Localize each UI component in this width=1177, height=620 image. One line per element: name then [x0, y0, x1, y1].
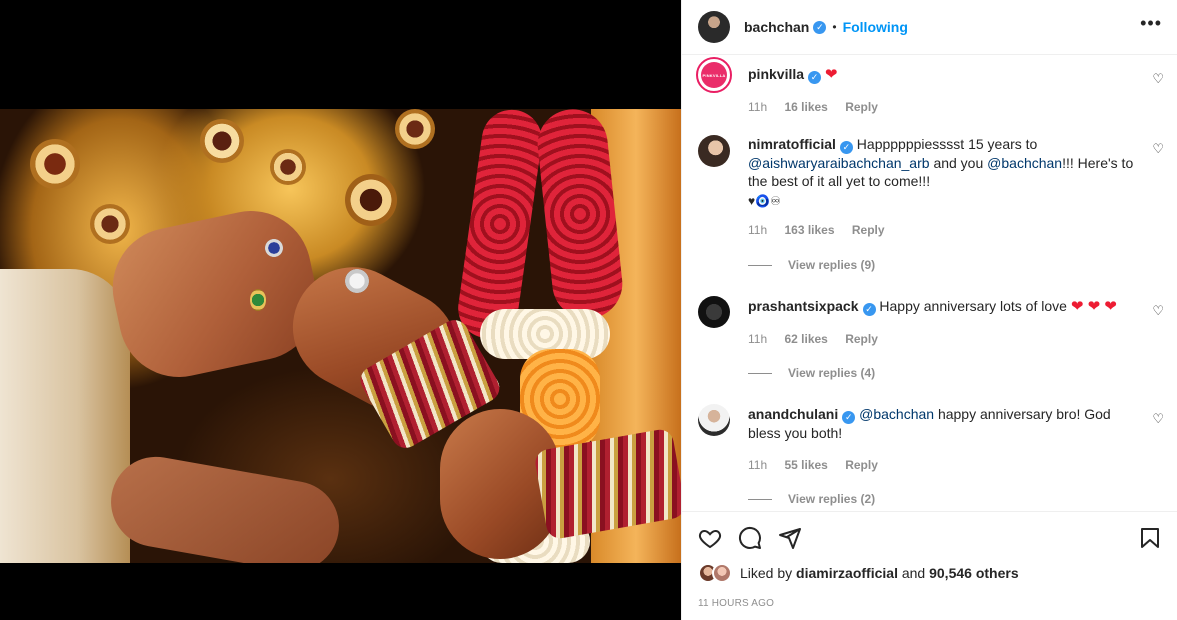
comment-time[interactable]: 11h: [748, 332, 767, 346]
heart-emoji: ❤ ❤ ❤: [1070, 298, 1117, 315]
wedding-photo: [0, 109, 681, 563]
post-detail-panel: bachchan ✓ • Following ••• PINKVILLA pin…: [681, 0, 1177, 620]
commenter-username[interactable]: nimratofficial: [748, 136, 836, 152]
likes-summary: Liked by diamirzaofficial and 90,546 oth…: [698, 563, 1019, 583]
comment-item: nimratofficial ✓ Happppppiesssst 15 years…: [698, 135, 1164, 275]
replies-divider-line: [748, 498, 772, 500]
backdrop-jewel: [345, 174, 397, 226]
comment-text: Happy anniversary lots of love: [879, 298, 1067, 314]
liked-by-prefix: Liked by: [740, 565, 793, 581]
like-comment-heart-icon[interactable]: ♡: [1152, 303, 1164, 319]
reply-button[interactable]: Reply: [852, 223, 885, 237]
verified-badge-icon: ✓: [862, 302, 876, 316]
like-comment-heart-icon[interactable]: ♡: [1152, 141, 1164, 157]
view-replies-button[interactable]: View replies (4): [748, 366, 875, 380]
green-ring: [250, 289, 266, 311]
comment-item: PINKVILLA pinkvilla ✓ ❤ 11h 16 likes Repl…: [696, 57, 1164, 119]
comment-meta: 11h 163 likes Reply: [748, 223, 899, 237]
commenter-avatar[interactable]: [698, 404, 730, 436]
groom-lower-hand: [103, 449, 347, 563]
commenter-username[interactable]: anandchulani: [748, 406, 838, 422]
liked-by-and: and: [901, 565, 926, 581]
groom-sleeve: [0, 269, 130, 563]
comment-item: anandchulani ✓ @bachchan happy anniversar…: [698, 404, 1164, 509]
backdrop-jewel: [270, 149, 306, 185]
comment-meta: 11h 55 likes Reply: [748, 458, 892, 472]
commenter-avatar[interactable]: PINKVILLA: [696, 57, 732, 93]
comment-item: prashantsixpack ✓ Happy anniversary lots …: [698, 296, 1164, 386]
verified-badge-icon: ✓: [808, 70, 822, 84]
heart-icon[interactable]: [698, 526, 722, 555]
diamond-ring: [345, 269, 369, 293]
view-replies-label: View replies (4): [788, 366, 876, 380]
commenter-username[interactable]: pinkvilla: [748, 66, 804, 82]
backdrop-jewel: [30, 139, 80, 189]
verified-badge-icon: ✓: [842, 410, 856, 424]
post-timestamp[interactable]: 11 HOURS AGO: [698, 598, 774, 609]
emoji-line: ♥🧿♾: [748, 193, 781, 208]
comment-text: Happppppiesssst 15 years to: [856, 136, 1038, 152]
reply-button[interactable]: Reply: [845, 100, 878, 114]
comment-meta: 11h 62 likes Reply: [748, 332, 892, 346]
pinkvilla-logo: PINKVILLA: [701, 62, 727, 88]
like-comment-heart-icon[interactable]: ♡: [1152, 71, 1164, 87]
comment-icon[interactable]: [738, 526, 762, 555]
share-icon[interactable]: [778, 526, 802, 555]
backdrop-jewel: [90, 204, 130, 244]
mention-link[interactable]: @bachchan: [987, 155, 1062, 171]
like-comment-heart-icon[interactable]: ♡: [1152, 411, 1164, 427]
comment-body: pinkvilla ✓ ❤: [748, 65, 1136, 84]
view-replies-button[interactable]: View replies (9): [748, 258, 875, 272]
replies-divider-line: [748, 264, 772, 266]
view-replies-label: View replies (9): [788, 258, 876, 272]
view-replies-label: View replies (2): [788, 492, 876, 506]
comment-body: anandchulani ✓ @bachchan happy anniversar…: [748, 405, 1136, 442]
heart-emoji: ❤: [824, 66, 838, 83]
comment-time[interactable]: 11h: [748, 100, 767, 114]
reply-button[interactable]: Reply: [845, 458, 878, 472]
comment-meta: 11h 16 likes Reply: [748, 100, 892, 114]
comment-likes[interactable]: 16 likes: [784, 100, 827, 114]
comment-likes[interactable]: 163 likes: [784, 223, 834, 237]
comment-likes[interactable]: 62 likes: [784, 332, 827, 346]
comment-body: nimratofficial ✓ Happppppiesssst 15 years…: [748, 135, 1136, 210]
commenter-username[interactable]: prashantsixpack: [748, 298, 859, 314]
commenter-avatar[interactable]: [698, 296, 730, 328]
separator-dot: •: [832, 20, 837, 34]
liker-avatar[interactable]: [712, 563, 732, 583]
verified-badge-icon: ✓: [813, 20, 827, 34]
backdrop-jewel: [395, 109, 435, 149]
comment-time[interactable]: 11h: [748, 223, 767, 237]
verified-badge-icon: ✓: [839, 140, 853, 154]
replies-divider-line: [748, 372, 772, 374]
backdrop-jewel: [200, 119, 244, 163]
comment-body: prashantsixpack ✓ Happy anniversary lots …: [748, 297, 1136, 316]
post-media[interactable]: [0, 0, 681, 620]
following-button[interactable]: Following: [843, 19, 908, 35]
commenter-avatar[interactable]: [698, 135, 730, 167]
mention-link[interactable]: @aishwaryaraibachchan_arb: [748, 155, 930, 171]
author-avatar[interactable]: [698, 11, 730, 43]
post-actions-bar: [682, 511, 1177, 561]
author-username[interactable]: bachchan: [744, 19, 809, 35]
post-header: bachchan ✓ • Following •••: [682, 0, 1177, 55]
more-options-icon[interactable]: •••: [1140, 13, 1162, 34]
comment-time[interactable]: 11h: [748, 458, 767, 472]
liker-username[interactable]: diamirzaofficial: [796, 565, 898, 581]
view-replies-button[interactable]: View replies (2): [748, 492, 875, 506]
comment-text: and you: [933, 154, 984, 171]
comment-likes[interactable]: 55 likes: [784, 458, 827, 472]
comments-list[interactable]: PINKVILLA pinkvilla ✓ ❤ 11h 16 likes Repl…: [682, 55, 1177, 510]
likes-text: Liked by diamirzaofficial and 90,546 oth…: [740, 565, 1019, 581]
groom-hand: [101, 199, 329, 389]
mention-link[interactable]: @bachchan: [859, 406, 934, 422]
blue-ring: [265, 239, 283, 257]
reply-button[interactable]: Reply: [845, 332, 878, 346]
bookmark-icon[interactable]: [1138, 526, 1162, 555]
likes-count[interactable]: 90,546 others: [929, 565, 1019, 581]
red-flower-garland: [454, 109, 546, 343]
